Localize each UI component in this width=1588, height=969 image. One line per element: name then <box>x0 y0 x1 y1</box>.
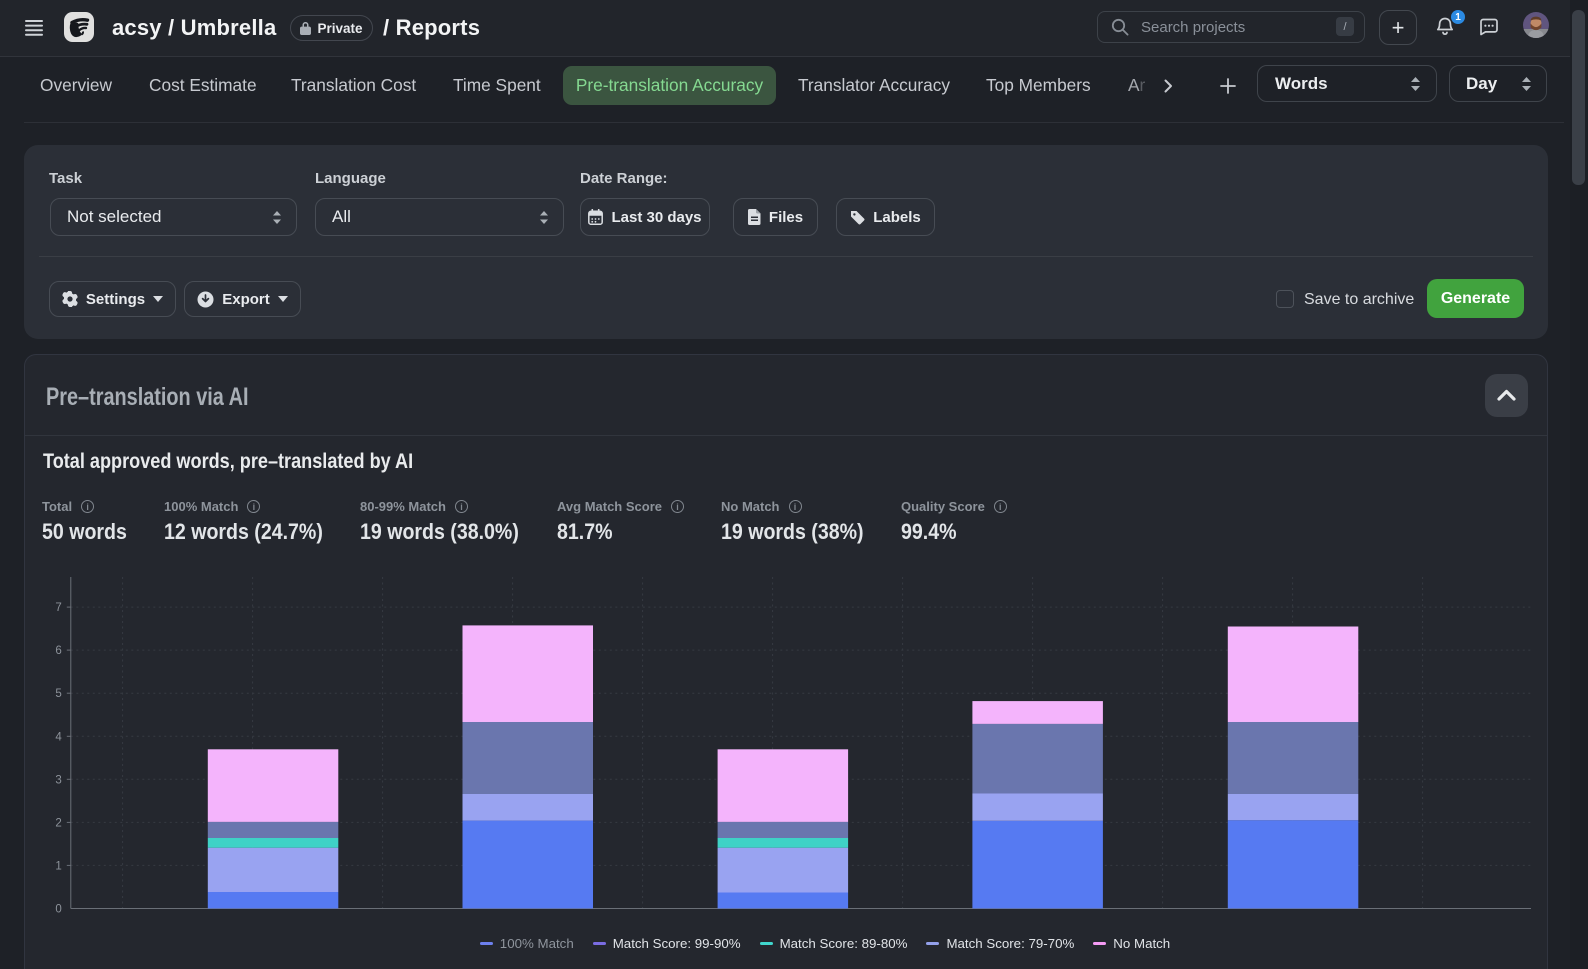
svg-text:5: 5 <box>55 688 61 700</box>
svg-text:4: 4 <box>55 731 62 743</box>
svg-text:1: 1 <box>55 860 61 872</box>
svg-text:0: 0 <box>55 904 61 916</box>
svg-text:6: 6 <box>55 645 61 657</box>
svg-text:7: 7 <box>55 602 61 614</box>
svg-text:2: 2 <box>55 817 61 829</box>
svg-text:3: 3 <box>55 774 61 786</box>
